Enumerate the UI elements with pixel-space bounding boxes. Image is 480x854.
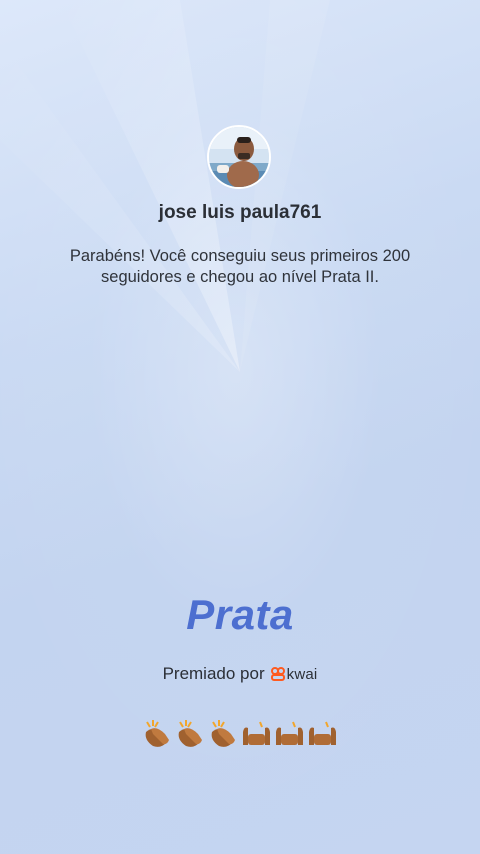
reaction-emojis — [0, 718, 480, 750]
raising-hands-icon — [243, 721, 270, 745]
kwai-logo-icon — [270, 667, 285, 681]
raising-hands-icon — [309, 721, 336, 745]
awarded-by-label: Premiado por — [162, 664, 265, 683]
congratulations-message: Parabéns! Você conseguiu seus primeiros … — [69, 247, 411, 286]
raising-hands-icon — [276, 721, 303, 745]
user-avatar-photo — [209, 127, 269, 187]
avatar[interactable] — [207, 125, 271, 189]
kwai-brand-text: kwai — [286, 665, 318, 683]
username: jose luis paula761 — [158, 202, 322, 223]
level-badge-title: Prata — [186, 591, 294, 638]
kwai-brand: kwai — [270, 665, 318, 683]
clapping-hands-icon — [145, 720, 169, 747]
clapping-hands-icon — [178, 720, 202, 747]
awarded-by: Premiado por kwai — [0, 664, 480, 684]
clapping-hands-icon — [211, 720, 235, 747]
